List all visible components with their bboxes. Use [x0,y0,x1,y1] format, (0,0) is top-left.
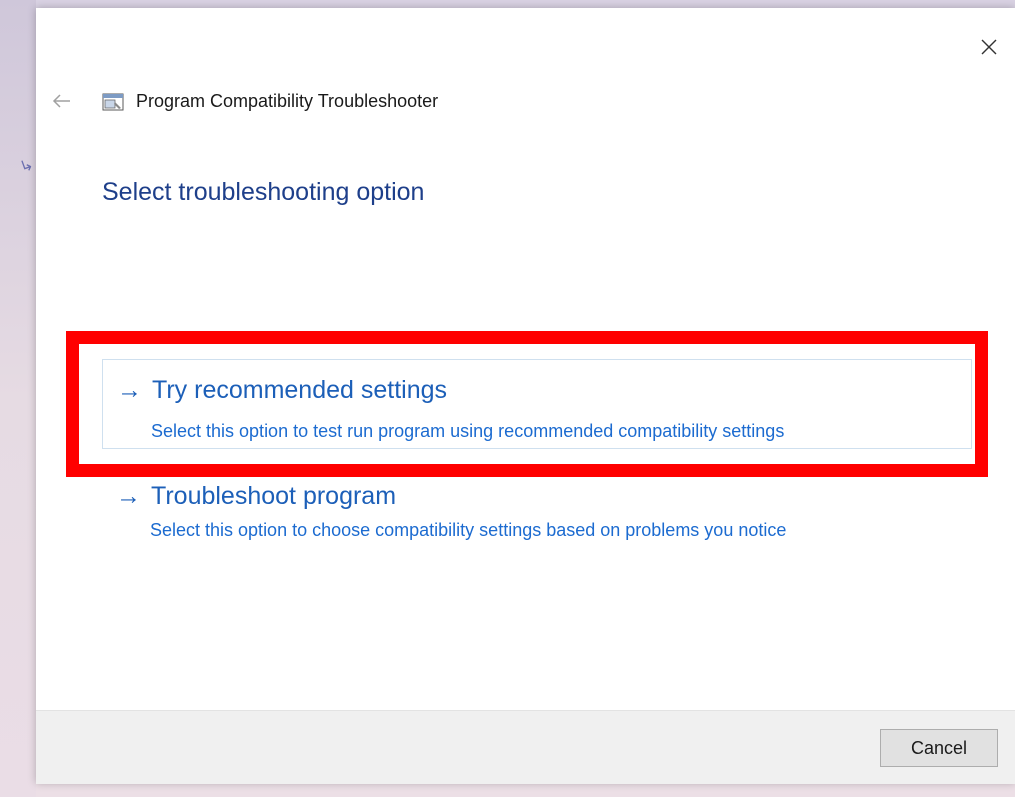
option-try-recommended-settings[interactable]: → Try recommended settings Select this op… [102,359,972,449]
page-title: Select troubleshooting option [102,178,425,206]
option-label: Try recommended settings [152,376,448,404]
option-label: Troubleshoot program [151,482,397,510]
arrow-right-icon: → [117,376,142,404]
troubleshooter-dialog: Program Compatibility Troubleshooter Sel… [36,8,1015,784]
option-troubleshoot-program[interactable]: → Troubleshoot program Select this option… [102,478,972,568]
troubleshooter-app-icon [102,93,124,111]
dialog-footer: Cancel [36,710,1015,784]
option-heading: → Try recommended settings [117,376,447,405]
cancel-button[interactable]: Cancel [880,729,998,767]
arrow-right-icon: → [116,482,141,510]
option-description: Select this option to choose compatibili… [150,520,787,540]
desktop-background [0,0,36,797]
back-arrow-icon [52,94,70,108]
option-description: Select this option to test run program u… [151,421,785,441]
close-icon [981,39,997,55]
window-title: Program Compatibility Troubleshooter [136,91,439,111]
back-button[interactable] [50,91,74,111]
close-button[interactable] [977,35,1001,59]
option-heading: → Troubleshoot program [116,482,396,511]
